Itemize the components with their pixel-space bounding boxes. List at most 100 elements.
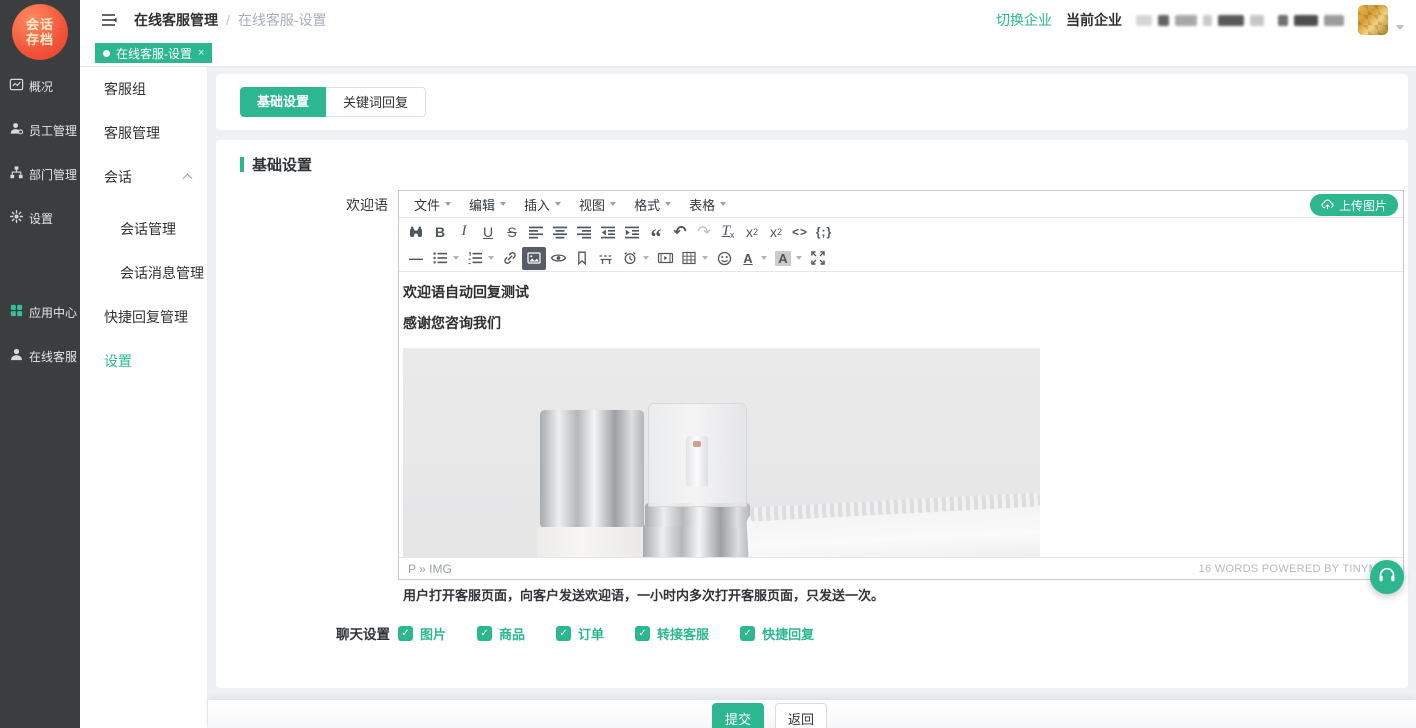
fullscreen-icon[interactable] bbox=[806, 247, 830, 270]
submenu-item-session-management[interactable]: 会话管理 bbox=[80, 207, 207, 251]
anchor-bookmark-icon[interactable] bbox=[570, 247, 594, 270]
menu-file[interactable]: 文件 bbox=[405, 191, 460, 217]
sidebar-item-online-service[interactable]: 在线客服 bbox=[0, 334, 80, 378]
sidebar-item-settings[interactable]: 设置 bbox=[0, 196, 80, 240]
caret-down-icon bbox=[445, 202, 451, 206]
checkbox-quick-reply[interactable]: ✓ 快捷回复 bbox=[740, 624, 814, 643]
align-right-icon[interactable] bbox=[572, 220, 596, 243]
undo-icon[interactable]: ↶ bbox=[668, 220, 692, 243]
menu-view[interactable]: 视图 bbox=[570, 191, 625, 217]
redo-icon[interactable]: ↷ bbox=[692, 220, 716, 243]
menu-label: 视图 bbox=[579, 195, 605, 214]
code-sample-icon[interactable]: {;} bbox=[812, 220, 836, 243]
checkbox-checked-icon[interactable]: ✓ bbox=[556, 626, 571, 641]
rich-text-editor: 文件 编辑 插入 视图 格式 表格 上传图片 B I U S bbox=[398, 190, 1404, 580]
insert-table-icon[interactable] bbox=[677, 247, 701, 270]
caret-down-icon[interactable] bbox=[643, 256, 649, 260]
submenu-item-service-groups[interactable]: 客服组 bbox=[80, 67, 207, 111]
horizontal-rule-icon[interactable]: — bbox=[404, 247, 428, 270]
text-color-icon[interactable]: A bbox=[736, 247, 760, 270]
submenu-item-service-management[interactable]: 客服管理 bbox=[80, 111, 207, 155]
menu-format[interactable]: 格式 bbox=[625, 191, 680, 217]
strikethrough-icon[interactable]: S bbox=[500, 220, 524, 243]
submit-button[interactable]: 提交 bbox=[712, 703, 764, 728]
insert-image-icon[interactable] bbox=[522, 247, 546, 270]
insert-media-icon[interactable] bbox=[653, 247, 677, 270]
chevron-down-icon[interactable] bbox=[1396, 25, 1404, 30]
find-replace-icon[interactable] bbox=[404, 220, 428, 243]
checkbox-order[interactable]: ✓ 订单 bbox=[556, 624, 604, 643]
align-center-icon[interactable] bbox=[548, 220, 572, 243]
submenu-item-sessions[interactable]: 会话 bbox=[80, 155, 207, 199]
welcome-text-line1[interactable]: 欢迎语自动回复测试 bbox=[403, 282, 1399, 302]
emoticons-icon[interactable] bbox=[712, 247, 736, 270]
source-code-icon[interactable]: <> bbox=[788, 220, 812, 243]
tab-basic-settings[interactable]: 基础设置 bbox=[240, 87, 326, 117]
checkbox-image[interactable]: ✓ 图片 bbox=[398, 624, 446, 643]
section-header: 基础设置 bbox=[240, 154, 312, 175]
caret-down-icon bbox=[500, 202, 506, 206]
cosmetics-product-image[interactable] bbox=[403, 348, 1040, 559]
back-button[interactable]: 返回 bbox=[775, 703, 827, 728]
menu-table[interactable]: 表格 bbox=[680, 191, 735, 217]
page-break-icon[interactable] bbox=[594, 247, 618, 270]
subscript-icon[interactable]: x2 bbox=[740, 220, 764, 243]
numbered-list-icon[interactable] bbox=[463, 247, 487, 270]
sidebar-item-overview[interactable]: 概况 bbox=[0, 64, 80, 108]
welcome-text-line2[interactable]: 感谢您咨询我们 bbox=[403, 313, 1399, 333]
tab-tag-online-service-settings[interactable]: 在线客服-设置 × bbox=[95, 43, 212, 63]
switch-company-link[interactable]: 切换企业 bbox=[996, 10, 1052, 30]
company-name-redacted bbox=[1136, 15, 1264, 26]
caret-down-icon[interactable] bbox=[488, 256, 494, 260]
collapse-sidebar-icon[interactable] bbox=[100, 12, 118, 28]
link-icon[interactable] bbox=[498, 247, 522, 270]
tab-keyword-reply[interactable]: 关键词回复 bbox=[326, 87, 426, 117]
checkbox-checked-icon[interactable]: ✓ bbox=[477, 626, 492, 641]
checkbox-checked-icon[interactable]: ✓ bbox=[635, 626, 650, 641]
element-path[interactable]: P » IMG bbox=[408, 562, 452, 576]
insert-datetime-icon[interactable] bbox=[618, 247, 642, 270]
submenu-label: 客服管理 bbox=[104, 125, 160, 141]
menu-edit[interactable]: 编辑 bbox=[460, 191, 515, 217]
superscript-icon[interactable]: x2 bbox=[764, 220, 788, 243]
bold-icon[interactable]: B bbox=[428, 220, 452, 243]
tag-label: 在线客服-设置 bbox=[116, 45, 192, 62]
avatar[interactable] bbox=[1358, 5, 1388, 35]
submenu-label: 会话 bbox=[104, 169, 132, 185]
editor-toolbar-row2: — A A bbox=[399, 245, 1403, 272]
submenu-item-session-message-management[interactable]: 会话消息管理 bbox=[80, 251, 207, 295]
sidebar-item-employees[interactable]: 员工管理 bbox=[0, 108, 80, 152]
sidebar-item-app-center[interactable]: 应用中心 bbox=[0, 290, 80, 334]
sidebar-item-departments[interactable]: 部门管理 bbox=[0, 152, 80, 196]
app-logo[interactable]: 会话 存档 bbox=[12, 4, 68, 60]
background-color-icon[interactable]: A bbox=[771, 247, 795, 270]
preview-icon[interactable] bbox=[546, 247, 570, 270]
caret-down-icon[interactable] bbox=[796, 256, 802, 260]
floating-support-button[interactable] bbox=[1370, 560, 1404, 594]
top-header: 在线客服管理 / 在线客服-设置 切换企业 当前企业 bbox=[80, 0, 1416, 40]
blockquote-icon[interactable]: “ bbox=[644, 220, 668, 243]
checkbox-checked-icon[interactable]: ✓ bbox=[398, 626, 413, 641]
upload-image-button[interactable]: 上传图片 bbox=[1310, 194, 1398, 216]
checkbox-checked-icon[interactable]: ✓ bbox=[740, 626, 755, 641]
bullet-list-icon[interactable] bbox=[428, 247, 452, 270]
breadcrumb-root[interactable]: 在线客服管理 bbox=[134, 10, 218, 30]
caret-down-icon[interactable] bbox=[453, 256, 459, 260]
italic-icon[interactable]: I bbox=[452, 220, 476, 243]
clear-formatting-icon[interactable]: Tx bbox=[716, 220, 740, 243]
editor-content[interactable]: 欢迎语自动回复测试 感谢您咨询我们 bbox=[399, 272, 1403, 559]
align-left-icon[interactable] bbox=[524, 220, 548, 243]
tag-close-icon[interactable]: × bbox=[198, 47, 204, 59]
outdent-icon[interactable] bbox=[596, 220, 620, 243]
caret-down-icon[interactable] bbox=[702, 256, 708, 260]
checkbox-transfer-agent[interactable]: ✓ 转接客服 bbox=[635, 624, 709, 643]
checkbox-product[interactable]: ✓ 商品 bbox=[477, 624, 525, 643]
sidebar-item-label: 在线客服 bbox=[29, 348, 77, 365]
underline-icon[interactable]: U bbox=[476, 220, 500, 243]
caret-down-icon[interactable] bbox=[761, 256, 767, 260]
indent-icon[interactable] bbox=[620, 220, 644, 243]
submenu-item-settings[interactable]: 设置 bbox=[80, 339, 207, 383]
submenu-item-quick-reply-management[interactable]: 快捷回复管理 bbox=[80, 295, 207, 339]
subscript-2: 2 bbox=[753, 227, 758, 237]
menu-insert[interactable]: 插入 bbox=[515, 191, 570, 217]
